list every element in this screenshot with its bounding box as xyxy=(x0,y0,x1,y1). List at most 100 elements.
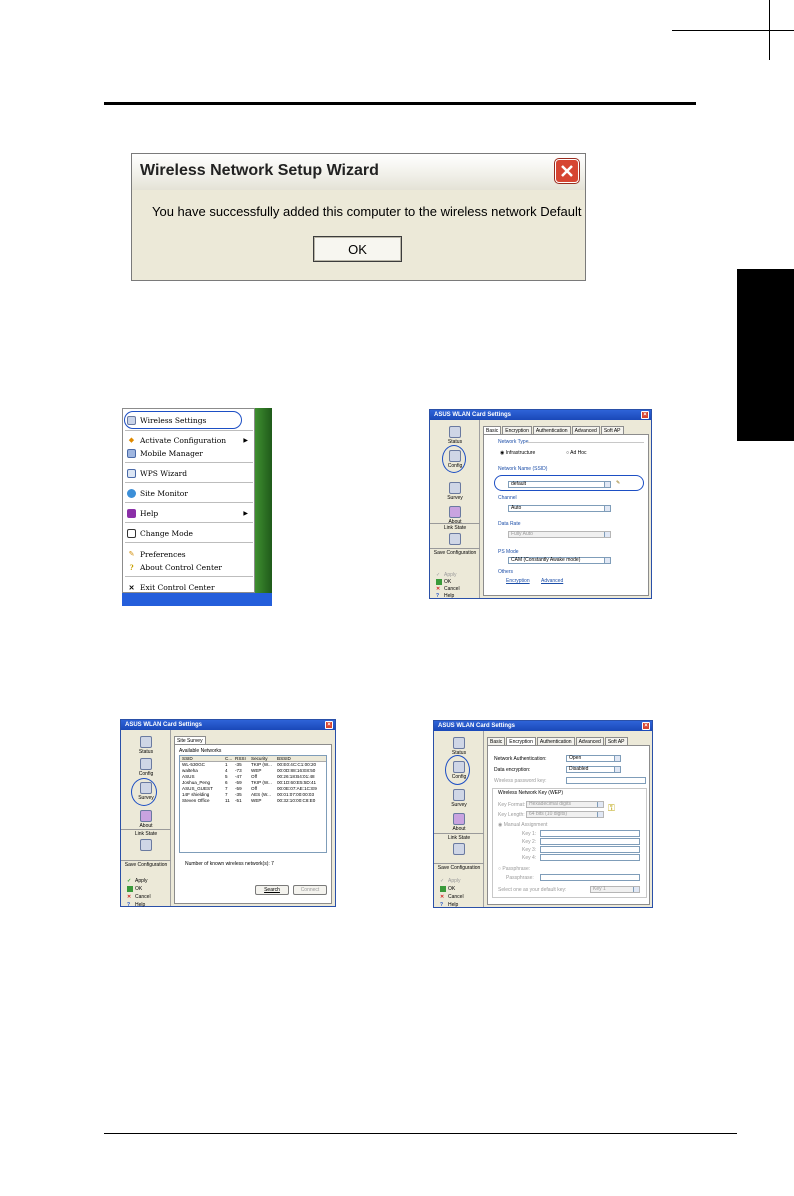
window-title-text: ASUS WLAN Card Settings xyxy=(434,412,512,418)
menu-item-wps-wizard[interactable]: WPS Wizard xyxy=(127,467,187,479)
menu-item-mobile-manager[interactable]: Mobile Manager xyxy=(127,447,203,459)
tab-encryption[interactable]: Encryption xyxy=(502,426,532,434)
menu-item-site-monitor[interactable]: Site Monitor xyxy=(127,487,188,499)
nav-status[interactable]: Status xyxy=(434,737,484,756)
ps-mode-select[interactable]: CAM (Constantly Awake mode) xyxy=(508,557,611,564)
nav-about[interactable]: About xyxy=(121,810,171,829)
nav-save-configuration[interactable]: Save Configuration xyxy=(430,548,480,556)
nav-link-state[interactable]: Link State xyxy=(430,523,480,546)
radio-label: Passphrase: xyxy=(502,866,531,872)
tray-context-menu-screenshot: Wireless Settings ◆ Activate Configurati… xyxy=(122,408,272,606)
about-icon xyxy=(140,810,152,822)
passphrase-radio[interactable]: ○ Passphrase: xyxy=(498,866,530,872)
encryption-link[interactable]: Encryption xyxy=(506,578,530,584)
help-button[interactable]: ? Help xyxy=(127,902,145,908)
key3-input[interactable] xyxy=(540,846,640,853)
networks-table[interactable]: SSID C... RSSI Security BSSID WL-530GC 1-… xyxy=(179,755,327,853)
nav-save-configuration[interactable]: Save Configuration xyxy=(121,860,171,868)
tab-authentication[interactable]: Authentication xyxy=(536,737,575,745)
nav-link-state[interactable]: Link State xyxy=(434,833,484,856)
nav-about[interactable]: About xyxy=(434,813,484,832)
ok-button[interactable]: OK xyxy=(436,579,451,585)
menu-item-about[interactable]: ? About Control Center xyxy=(127,561,222,573)
manual-radio[interactable]: ◉ Manual Assignment xyxy=(498,822,547,828)
left-navigation: Status Config Survey About Link State Sa… xyxy=(434,731,484,908)
nav-status[interactable]: Status xyxy=(121,736,171,755)
ok-button[interactable]: OK xyxy=(127,886,142,892)
advanced-link[interactable]: Advanced xyxy=(541,578,563,584)
apply-button[interactable]: ✓ Apply xyxy=(440,878,461,884)
ok-button[interactable]: OK xyxy=(440,886,455,892)
data-rate-select[interactable]: Fully Auto xyxy=(508,531,611,538)
chevron-down-icon xyxy=(604,506,610,511)
menu-item-label: Help xyxy=(140,508,159,518)
ok-button[interactable]: OK xyxy=(313,236,402,262)
key2-input[interactable] xyxy=(540,838,640,845)
tab-site-survey[interactable]: Site Survey xyxy=(174,736,206,744)
apply-button[interactable]: ✓ Apply xyxy=(436,572,457,578)
asus-settings-window-survey: ASUS WLAN Card Settings × Status Config … xyxy=(120,719,336,908)
table-cell: 11 xyxy=(225,798,230,803)
close-button[interactable] xyxy=(555,159,579,183)
channel-select[interactable]: Auto xyxy=(508,505,611,512)
close-icon: ✕ xyxy=(128,582,135,592)
menu-separator xyxy=(125,542,253,543)
key-format-select[interactable]: Hexadecimal digits xyxy=(526,801,604,808)
menu-item-label: Preferences xyxy=(140,549,186,559)
nav-label: Save Configuration xyxy=(433,550,477,556)
key-length-select[interactable]: 64 bits (10 digits) xyxy=(526,811,604,818)
pencil-icon: ✎ xyxy=(128,549,135,558)
menu-item-exit[interactable]: ✕ Exit Control Center xyxy=(127,581,215,593)
help-button[interactable]: ? Help xyxy=(440,902,458,908)
menu-item-change-mode[interactable]: Change Mode xyxy=(127,527,193,539)
tab-soft-ap[interactable]: Soft AP xyxy=(604,737,628,745)
tab-bar: Basic Encryption Authentication Advanced… xyxy=(487,737,629,745)
others-label: Others xyxy=(498,569,514,575)
close-button[interactable]: × xyxy=(641,411,649,419)
tab-authentication[interactable]: Authentication xyxy=(532,426,571,434)
passphrase-input[interactable] xyxy=(540,874,640,881)
infrastructure-radio[interactable]: ◉ Infrastructure xyxy=(500,450,535,456)
chevron-down-icon xyxy=(597,812,603,817)
nav-link-state[interactable]: Link State xyxy=(121,829,171,852)
cancel-label: Cancel xyxy=(448,894,464,900)
nav-survey[interactable]: Survey xyxy=(430,482,480,501)
adhoc-radio[interactable]: ○ Ad Hoc xyxy=(566,450,587,456)
tab-advanced[interactable]: Advanced xyxy=(575,737,604,745)
key4-input[interactable] xyxy=(540,854,640,861)
channel-label: Channel xyxy=(498,495,517,501)
nav-config[interactable]: Config xyxy=(121,758,171,777)
table-cell: Steven Office xyxy=(182,798,210,803)
table-row[interactable]: Steven Office 11 -51 WEP 00:32:10:00:C8:E0 xyxy=(180,798,326,804)
search-button[interactable]: Search xyxy=(255,885,289,895)
auth-select[interactable]: Open xyxy=(566,755,621,762)
menu-item-preferences[interactable]: ✎ Preferences xyxy=(127,548,186,560)
key1-input[interactable] xyxy=(540,830,640,837)
tab-basic[interactable]: Basic xyxy=(483,426,502,434)
close-button[interactable]: × xyxy=(325,721,333,729)
close-button[interactable]: × xyxy=(642,722,650,730)
cancel-button[interactable]: ✕ Cancel xyxy=(436,586,460,592)
menu-item-help[interactable]: Help xyxy=(127,507,158,519)
window-title-text: ASUS WLAN Card Settings xyxy=(125,722,203,728)
tab-encryption[interactable]: Encryption xyxy=(506,737,536,745)
apply-button[interactable]: ✓ Apply xyxy=(127,878,148,884)
submenu-arrow-icon: ▶ xyxy=(243,510,248,517)
nav-status[interactable]: Status xyxy=(430,426,480,445)
tab-soft-ap[interactable]: Soft AP xyxy=(600,426,624,434)
highlight-circle xyxy=(445,755,470,785)
nav-save-configuration[interactable]: Save Configuration xyxy=(434,863,484,871)
enc-select[interactable]: Disabled xyxy=(566,766,621,773)
default-key-select[interactable]: Key 1 xyxy=(590,886,640,893)
tab-basic[interactable]: Basic xyxy=(487,737,506,745)
menu-item-activate-configuration[interactable]: ◆ Activate Configuration xyxy=(127,434,226,446)
cancel-button[interactable]: ✕ Cancel xyxy=(127,894,151,900)
cancel-button[interactable]: ✕ Cancel xyxy=(440,894,464,900)
menu-separator xyxy=(125,502,253,503)
connect-button[interactable]: Connect xyxy=(293,885,327,895)
passphrase-key-input[interactable] xyxy=(566,777,646,784)
tab-advanced[interactable]: Advanced xyxy=(571,426,600,434)
nav-survey[interactable]: Survey xyxy=(434,789,484,808)
key-icon[interactable]: ⚿ xyxy=(608,803,615,814)
help-button[interactable]: ? Help xyxy=(436,593,454,599)
